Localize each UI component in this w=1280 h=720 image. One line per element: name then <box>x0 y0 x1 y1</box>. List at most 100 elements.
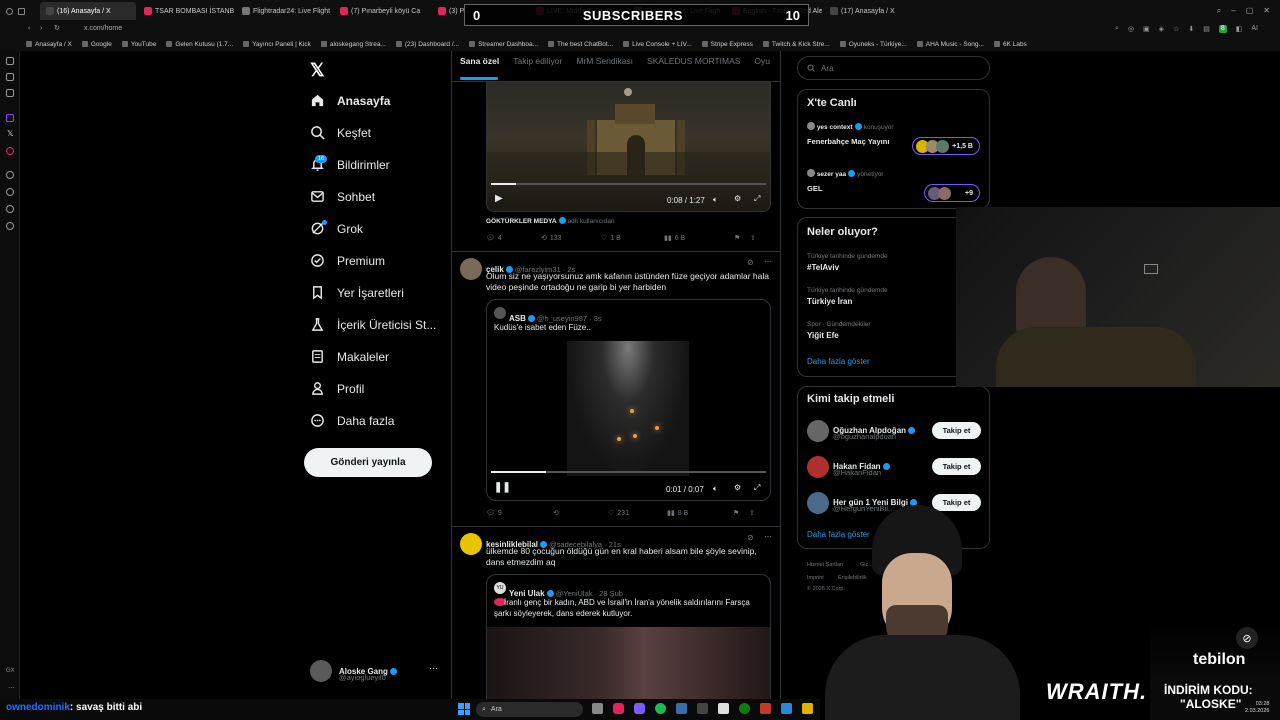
video-player[interactable] <box>487 341 770 500</box>
bookmark-item[interactable]: AHA Music - Song... <box>917 41 984 48</box>
forward-icon[interactable]: › <box>40 25 42 32</box>
taskbar-search[interactable]: ⌕ Ara <box>476 702 583 717</box>
browser-tab[interactable]: (7) Pınarbeyli köyü Ca <box>334 2 430 20</box>
share-icon[interactable]: ⇪ <box>750 234 756 242</box>
quoted-tweet[interactable]: YU Yeni Ulak @YeniUlak · 28 Şub İranlı ge… <box>486 574 771 714</box>
bookmark-icon[interactable]: ⚑ <box>733 509 749 517</box>
camera-icon[interactable]: ▣ <box>1143 25 1150 33</box>
xbox-icon[interactable] <box>739 703 750 714</box>
discord-icon[interactable] <box>634 703 645 714</box>
sidebar-app-icon[interactable] <box>6 205 14 213</box>
browser-tab[interactable]: (16) Anasayfa / X <box>40 2 136 20</box>
task-view-icon[interactable] <box>592 703 603 714</box>
steam-icon[interactable] <box>676 703 687 714</box>
ai-icon[interactable]: AI <box>1251 25 1258 33</box>
reload-icon[interactable]: ↻ <box>54 24 60 32</box>
tab-list[interactable]: Oyu <box>754 56 770 80</box>
bookmark-item[interactable]: Yayıncı Paneli | Kick <box>243 41 311 48</box>
nav-messages[interactable]: Sohbet <box>310 189 375 204</box>
like-button[interactable]: ♡ 1 B <box>601 234 664 243</box>
bookmark-item[interactable]: Streamer Dashboa... <box>469 41 538 48</box>
video-player[interactable] <box>486 82 771 212</box>
menu-icon[interactable] <box>6 7 13 15</box>
translate-icon[interactable]: ◎ <box>1128 25 1134 33</box>
sidebar-app-icon[interactable] <box>6 57 14 65</box>
avatar[interactable] <box>807 420 829 442</box>
settings-icon[interactable]: ⚙ <box>734 194 741 203</box>
bookmark-icon[interactable]: ⚑ <box>734 234 750 242</box>
nav-bookmarks[interactable]: Yer İşaretleri <box>310 285 404 300</box>
minimize-icon[interactable]: – <box>1231 6 1235 16</box>
bookmark-item[interactable]: aloskegang Strea... <box>321 41 386 48</box>
back-icon[interactable]: ‹ <box>28 25 30 32</box>
live-listeners[interactable]: +1,5 B <box>912 137 980 155</box>
avatar[interactable] <box>807 456 829 478</box>
source-attribution[interactable]: GÖKTÜRKLER MEDYA adlı kullanıcıdan <box>486 217 615 225</box>
tab-following[interactable]: Takip ediliyor <box>513 56 562 80</box>
post-button[interactable]: Gönderi yayınla <box>304 448 432 477</box>
nav-premium[interactable]: Premium <box>310 253 385 268</box>
bookmark-star-icon[interactable]: ☆ <box>1173 25 1179 33</box>
download-icon[interactable]: ⬇ <box>1188 25 1194 33</box>
grok-icon[interactable]: ⊘ <box>747 258 754 267</box>
epic-icon[interactable] <box>697 703 708 714</box>
x-icon[interactable]: 𝕏 <box>7 129 13 138</box>
app-icon[interactable] <box>760 703 771 714</box>
reply-button[interactable]: 💬︎ 4 <box>486 234 541 243</box>
settings-icon[interactable]: ⚙ <box>734 483 741 492</box>
live-host[interactable]: yes context konuşuyor <box>807 122 894 131</box>
browser-tab[interactable]: (17) Anasayfa / X <box>824 2 920 20</box>
more-dots-icon[interactable]: ⋯ <box>764 532 772 541</box>
volume-icon[interactable]: 🔈︎ <box>713 484 718 494</box>
file-explorer-icon[interactable] <box>802 703 813 714</box>
nav-more[interactable]: Daha fazla <box>310 413 394 428</box>
fullscreen-icon[interactable]: ⤢ <box>754 194 760 204</box>
bookmark-item[interactable]: YouTube <box>122 41 157 48</box>
nav-articles[interactable]: Makaleler <box>310 349 389 364</box>
youtube-icon[interactable] <box>6 147 14 155</box>
bookmark-item[interactable]: (23) Dashboard /... <box>396 41 459 48</box>
search-icon[interactable]: ⌕ <box>1217 6 1221 16</box>
extension-badge-icon[interactable]: 8 <box>1218 25 1227 33</box>
bookmark-item[interactable]: Oyuneks - Türkiye... <box>840 41 907 48</box>
edge-icon[interactable] <box>781 703 792 714</box>
browser-tab[interactable]: TSAR BOMBASI İSTANBU <box>138 2 234 20</box>
history-icon[interactable] <box>6 188 14 196</box>
extension-icon[interactable]: ◧ <box>1236 25 1243 33</box>
live-title[interactable]: GEL <box>807 184 822 193</box>
avatar[interactable] <box>460 258 482 280</box>
bookmark-item[interactable]: Google <box>82 41 112 48</box>
follow-button[interactable]: Takip et <box>932 458 981 475</box>
tab-list[interactable]: MrM Sendikası <box>576 56 633 80</box>
twitch-icon[interactable] <box>6 114 14 122</box>
bookmark-item[interactable]: Twitch & Kick Stre... <box>763 41 830 48</box>
fullscreen-icon[interactable]: ⤢ <box>754 483 760 493</box>
url-field[interactable]: x.com/home <box>84 25 122 32</box>
bookmark-item[interactable]: Live Console + LIV... <box>623 41 692 48</box>
x-logo-icon[interactable]: 𝕏 <box>310 60 325 81</box>
nav-creator-studio[interactable]: İçerik Üreticisi St... <box>310 317 436 332</box>
opera-icon[interactable] <box>613 703 624 714</box>
live-title[interactable]: Fenerbahçe Maç Yayını <box>807 137 889 146</box>
show-more-link[interactable]: Daha fazla göster <box>807 357 870 366</box>
account-switcher[interactable]: Aloske Gang @ayioglueyil0 ⋯ <box>308 657 443 687</box>
live-host[interactable]: sezer yaa yönetiyor <box>807 169 883 178</box>
bookmark-item[interactable]: 6K Labs <box>994 41 1027 48</box>
nav-explore[interactable]: Keşfet <box>310 125 371 140</box>
tab-list[interactable]: SKALEDUS MORTIMAS <box>647 56 740 80</box>
trend-name[interactable]: Yiğit Efe <box>807 331 839 340</box>
tab-overview-icon[interactable] <box>18 7 25 15</box>
settings-icon[interactable] <box>6 222 14 230</box>
reply-button[interactable]: 💬︎ 9 <box>486 509 553 518</box>
browser-tab[interactable]: Flightradar24: Live Flight <box>236 2 332 20</box>
more-dots-icon[interactable]: ⋯ <box>429 663 438 674</box>
zoom-icon[interactable]: ⌕ <box>1115 25 1119 33</box>
system-clock[interactable]: 03:28 2.03.2026 <box>1245 701 1269 715</box>
more-icon[interactable]: ⋯ <box>8 684 15 692</box>
spotify-icon[interactable] <box>655 703 666 714</box>
more-dots-icon[interactable]: ⋯ <box>764 257 772 266</box>
nav-profile[interactable]: Profil <box>310 381 364 396</box>
grok-icon[interactable]: ⊘ <box>747 533 754 542</box>
repost-button[interactable]: ⟲ 133 <box>541 234 601 243</box>
trend-name[interactable]: #TelAviv <box>807 263 839 272</box>
